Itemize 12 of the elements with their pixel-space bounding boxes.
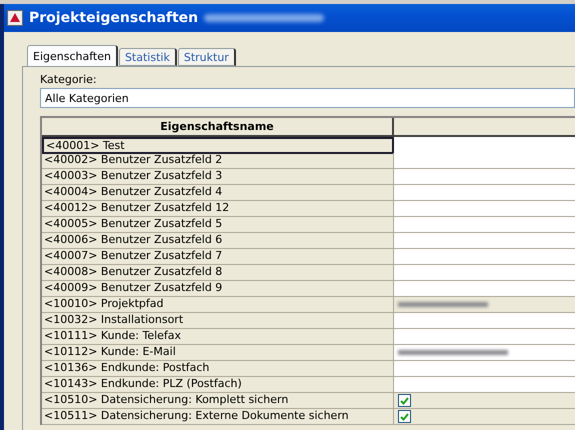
window-title: Projekteigenschaften (29, 10, 198, 26)
tab[interactable]: Statistik (118, 48, 177, 66)
category-label: Kategorie: (40, 73, 98, 86)
tab[interactable]: Eigenschaften (27, 45, 118, 66)
property-name[interactable]: <40001> Test (42, 137, 394, 154)
category-dropdown[interactable]: Alle Kategorien (40, 88, 575, 108)
app-icon (7, 10, 23, 26)
checkbox[interactable] (398, 410, 411, 423)
property-value[interactable] (394, 345, 575, 360)
column-header[interactable]: Eigenschaftsname (42, 118, 394, 137)
tab[interactable]: Struktur (178, 48, 236, 66)
checkbox[interactable] (398, 394, 411, 407)
